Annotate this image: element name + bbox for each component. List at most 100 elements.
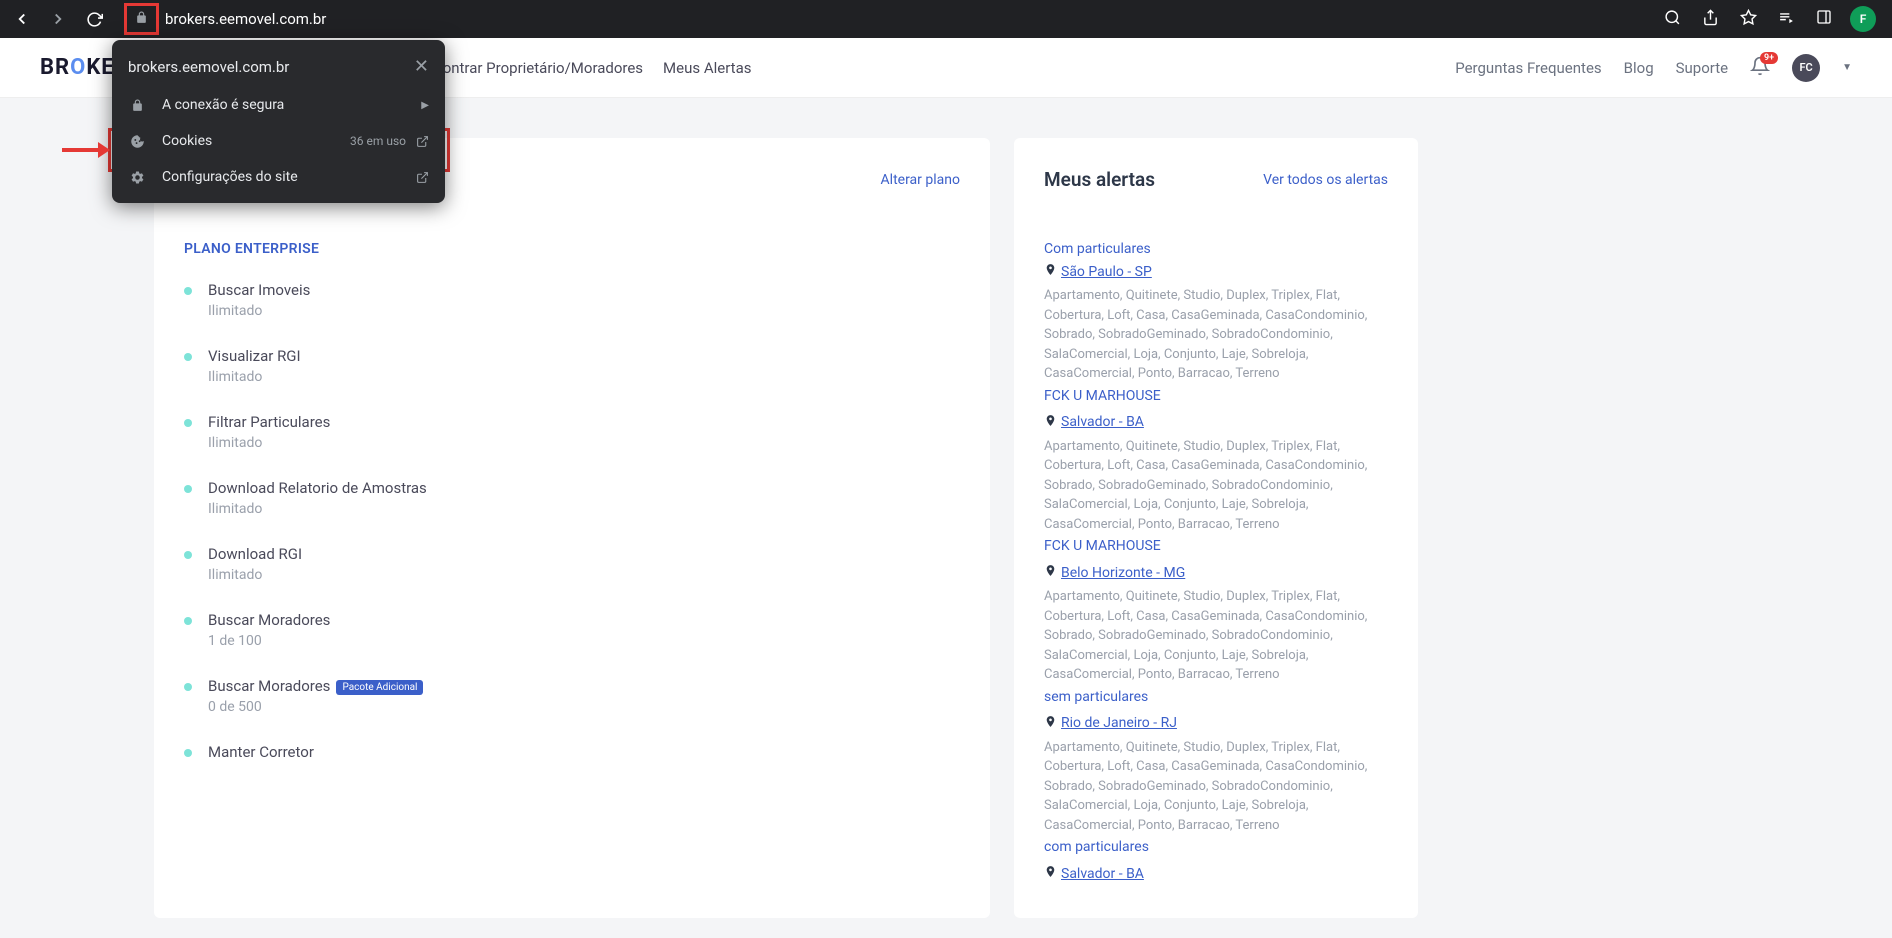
alert-tag: FCK U MARHOUSE	[1044, 388, 1388, 404]
main-content: Meu plano Alterar plano PLANO ENTERPRISE…	[0, 98, 1892, 918]
plan-item-sub: Ilimitado	[208, 567, 960, 583]
plan-item-sub: Ilimitado	[208, 303, 960, 319]
cookies-count-wrap: 36 em uso	[350, 134, 429, 148]
location-link[interactable]: Belo Horizonte - MG	[1061, 565, 1185, 581]
panel-icon[interactable]	[1812, 9, 1836, 29]
site-settings-row[interactable]: Configurações do site	[112, 159, 445, 195]
addon-badge: Pacote Adicional	[336, 680, 423, 695]
plan-item-label: Buscar Imoveis	[208, 281, 960, 299]
alert-section-label: Com particulares	[1044, 241, 1388, 257]
plan-item-sub: 0 de 500	[208, 699, 960, 715]
pin-icon	[1044, 564, 1057, 581]
notification-badge: 9+	[1760, 52, 1778, 64]
browser-right-icons: F	[1660, 6, 1876, 32]
forward-button[interactable]	[44, 5, 72, 33]
nav-faq[interactable]: Perguntas Frequentes	[1455, 59, 1601, 77]
url-bar[interactable]: brokers.eemovel.com.br	[124, 3, 1660, 35]
plan-item: Manter Corretor	[184, 743, 960, 765]
playlist-icon[interactable]	[1774, 9, 1798, 30]
location-link[interactable]: Rio de Janeiro - RJ	[1061, 715, 1177, 731]
plan-item-label: Download RGI	[208, 545, 960, 563]
see-all-alerts-link[interactable]: Ver todos os alertas	[1263, 172, 1388, 188]
popup-header: brokers.eemovel.com.br ✕	[112, 48, 445, 87]
alert-location[interactable]: Rio de Janeiro - RJ	[1044, 715, 1388, 732]
nav-blog[interactable]: Blog	[1624, 59, 1654, 77]
external-icon	[416, 171, 429, 184]
alerts-card-title: Meus alertas	[1044, 168, 1155, 191]
plan-item: Buscar MoradoresPacote Adicional 0 de 50…	[184, 677, 960, 715]
alert-location[interactable]: Salvador - BA	[1044, 414, 1388, 431]
alert-types: Apartamento, Quitinete, Studio, Duplex, …	[1044, 587, 1388, 685]
alert-types: Apartamento, Quitinete, Studio, Duplex, …	[1044, 437, 1388, 535]
plan-item-label: Buscar MoradoresPacote Adicional	[208, 677, 960, 695]
plan-item-label: Buscar Moradores	[208, 611, 960, 629]
plan-item-sub: Ilimitado	[208, 435, 960, 451]
close-icon[interactable]: ✕	[414, 56, 429, 77]
bullet-icon	[184, 419, 192, 427]
site-info-popup: brokers.eemovel.com.br ✕ A conexão é seg…	[112, 40, 445, 203]
nav-support[interactable]: Suporte	[1676, 59, 1728, 77]
nav-my-alerts[interactable]: Meus Alertas	[663, 59, 751, 77]
bullet-icon	[184, 287, 192, 295]
plan-item: Buscar Imoveis Ilimitado	[184, 281, 960, 319]
profile-avatar[interactable]: F	[1850, 6, 1876, 32]
alert-types: Apartamento, Quitinete, Studio, Duplex, …	[1044, 738, 1388, 836]
star-icon[interactable]	[1736, 9, 1760, 30]
chevron-right-icon: ▶	[421, 100, 429, 111]
lock-icon	[128, 99, 146, 112]
plan-item-label: Visualizar RGI	[208, 347, 960, 365]
plan-item: Buscar Moradores 1 de 100	[184, 611, 960, 649]
plan-name: PLANO ENTERPRISE	[184, 241, 960, 257]
plan-item: Filtrar Particulares Ilimitado	[184, 413, 960, 451]
popup-title: brokers.eemovel.com.br	[128, 58, 289, 76]
alert-location[interactable]: Salvador - BA	[1044, 865, 1388, 882]
reload-button[interactable]	[80, 5, 108, 33]
share-icon[interactable]	[1698, 9, 1722, 30]
cookies-label: Cookies	[162, 133, 350, 149]
plan-item: Download RGI Ilimitado	[184, 545, 960, 583]
plan-item-sub: 1 de 100	[208, 633, 960, 649]
url-text: brokers.eemovel.com.br	[165, 10, 326, 28]
location-link[interactable]: Salvador - BA	[1061, 414, 1144, 430]
bullet-icon	[184, 353, 192, 361]
bullet-icon	[184, 617, 192, 625]
alert-types: Apartamento, Quitinete, Studio, Duplex, …	[1044, 286, 1388, 384]
plan-item: Visualizar RGI Ilimitado	[184, 347, 960, 385]
alert-tag: FCK U MARHOUSE	[1044, 538, 1388, 554]
plan-item-label: Download Relatorio de Amostras	[208, 479, 960, 497]
site-settings-label: Configurações do site	[162, 169, 416, 185]
cookies-row[interactable]: Cookies 36 em uso	[112, 123, 445, 159]
location-link[interactable]: São Paulo - SP	[1061, 264, 1152, 280]
alert-tag: sem particulares	[1044, 689, 1388, 705]
pin-icon	[1044, 414, 1057, 431]
plan-item-label: Manter Corretor	[208, 743, 960, 761]
plan-items-list: Buscar Imoveis Ilimitado Visualizar RGI …	[184, 281, 960, 765]
secure-label: A conexão é segura	[162, 97, 421, 113]
nav-find-owners[interactable]: ontrar Proprietário/Moradores	[443, 59, 643, 77]
annotation-arrow	[62, 140, 110, 160]
settings-ext-wrap	[416, 171, 429, 184]
bullet-icon	[184, 485, 192, 493]
zoom-icon[interactable]	[1660, 9, 1684, 30]
alerts-card-header: Meus alertas Ver todos os alertas	[1044, 168, 1388, 191]
bullet-icon	[184, 551, 192, 559]
site-info-button[interactable]	[124, 3, 159, 35]
alert-location[interactable]: Belo Horizonte - MG	[1044, 564, 1388, 581]
pin-icon	[1044, 865, 1057, 882]
gear-icon	[128, 170, 146, 185]
user-avatar[interactable]: FC	[1792, 54, 1820, 82]
alerts-list: Com particulares São Paulo - SP Apartame…	[1044, 241, 1388, 882]
location-link[interactable]: Salvador - BA	[1061, 866, 1144, 882]
plan-item-sub: Ilimitado	[208, 369, 960, 385]
plan-card: Meu plano Alterar plano PLANO ENTERPRISE…	[154, 138, 990, 918]
alert-tag: com particulares	[1044, 839, 1388, 855]
logo[interactable]: BROKE	[40, 55, 115, 80]
back-button[interactable]	[8, 5, 36, 33]
alert-location[interactable]: São Paulo - SP	[1044, 263, 1388, 280]
cookies-count: 36 em uso	[350, 134, 406, 148]
chevron-down-icon[interactable]: ▼	[1842, 62, 1852, 73]
nav-buttons	[8, 5, 108, 33]
connection-secure-row[interactable]: A conexão é segura ▶	[112, 87, 445, 123]
change-plan-link[interactable]: Alterar plano	[881, 172, 960, 188]
notifications-button[interactable]: 9+	[1750, 56, 1770, 80]
